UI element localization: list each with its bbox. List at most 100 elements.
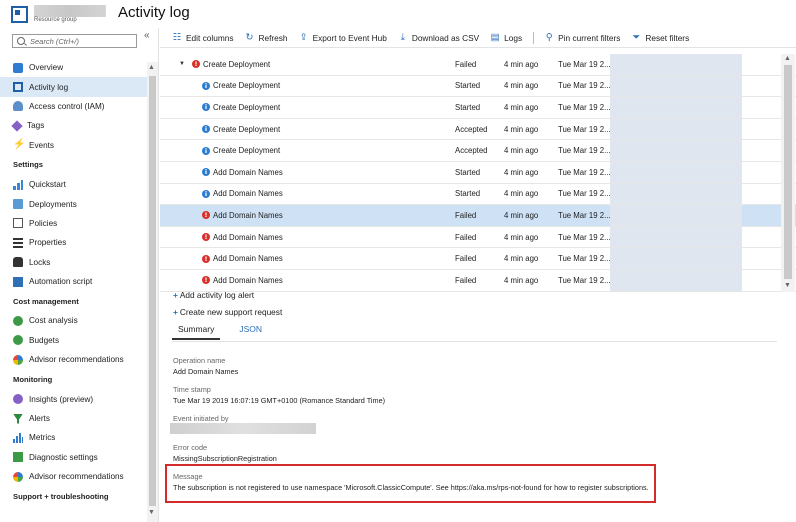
sidebar-item-label: Events xyxy=(29,140,55,150)
tab-summary[interactable]: Summary xyxy=(172,324,221,340)
refresh-button[interactable]: ↻ Refresh xyxy=(245,32,288,43)
table-row[interactable]: ! Add Domain Names Failed 4 min ago Tue Mar … xyxy=(160,205,796,227)
operation-name-cell: Create Deployment xyxy=(213,124,281,134)
operation-name-cell: Create Deployment xyxy=(213,102,281,112)
status-cell: Started xyxy=(455,189,481,199)
events-scrollbar[interactable]: ▲ ▼ xyxy=(781,54,795,292)
collapse-caret-icon[interactable]: ▼ xyxy=(179,61,185,67)
tab-json[interactable]: JSON xyxy=(233,324,268,340)
export-event-hub-button[interactable]: ⇪ Export to Event Hub xyxy=(299,32,387,43)
status-cell: Failed xyxy=(455,232,477,242)
scroll-up-arrow-icon[interactable]: ▲ xyxy=(784,55,791,62)
status-cell: Accepted xyxy=(455,124,488,134)
sidebar-item-advisor-recommendations-monitoring[interactable]: Advisor recommendations xyxy=(0,467,147,486)
sidebar-scrollbar-thumb[interactable] xyxy=(149,76,156,506)
collapse-sidebar-icon[interactable]: « xyxy=(144,30,150,41)
diagnostic-icon xyxy=(13,452,23,463)
error-status-icon: ! xyxy=(202,276,210,285)
sidebar-item-label: Properties xyxy=(29,238,67,248)
logs-icon: ▤ xyxy=(490,32,500,43)
policies-icon xyxy=(13,218,23,229)
sidebar-item-activity-log[interactable]: Activity log xyxy=(0,77,147,97)
plus-icon: + xyxy=(173,307,178,317)
resource-group-icon xyxy=(11,6,28,23)
sidebar-item-overview[interactable]: Overview xyxy=(0,58,147,77)
operation-name-cell: Add Domain Names xyxy=(213,275,283,285)
sidebar-item-deployments[interactable]: Deployments xyxy=(0,194,147,213)
download-csv-button[interactable]: ⤓ Download as CSV xyxy=(398,32,479,43)
sidebar-item-insights[interactable]: Insights (preview) xyxy=(0,389,147,408)
sidebar-item-label: Insights (preview) xyxy=(29,394,94,404)
sidebar-item-iam[interactable]: Access control (IAM) xyxy=(0,97,147,116)
operation-name-cell: Create Deployment xyxy=(213,146,281,156)
automation-icon xyxy=(13,276,23,287)
cost-analysis-icon xyxy=(13,315,23,326)
sidebar-item-metrics[interactable]: Metrics xyxy=(0,428,147,447)
detail-tabs: Summary JSON xyxy=(172,324,281,340)
sidebar-item-advisor-recommendations[interactable]: Advisor recommendations xyxy=(0,350,147,369)
sidebar-item-budgets[interactable]: Budgets xyxy=(0,331,147,350)
events-scrollbar-thumb[interactable] xyxy=(784,65,792,279)
sidebar-item-events[interactable]: ⚡ Events xyxy=(0,136,147,155)
redacted-cell xyxy=(610,248,742,269)
error-status-icon: ! xyxy=(192,60,200,69)
timestamp-cell: Tue Mar 19 2... xyxy=(558,102,611,112)
pin-filters-button[interactable]: ⚲ Pin current filters xyxy=(544,32,621,43)
reset-filters-button[interactable]: ⏷ Reset filters xyxy=(631,32,690,43)
advisor-icon xyxy=(13,471,23,482)
message-value: The subscription is not registered to us… xyxy=(173,483,649,492)
sidebar-item-tags[interactable]: Tags xyxy=(0,116,147,135)
table-row[interactable]: i Create Deployment Started 4 min ago Tue Ma… xyxy=(160,97,796,119)
table-row[interactable]: ! Add Domain Names Failed 4 min ago Tue Mar … xyxy=(160,226,796,249)
scroll-up-arrow-icon[interactable]: ▲ xyxy=(148,64,155,71)
sidebar-item-properties[interactable]: Properties xyxy=(0,233,147,252)
message-label: Message xyxy=(173,472,203,481)
sidebar-item-label: Policies xyxy=(29,218,58,228)
resource-type-label: Resource group xyxy=(34,17,77,23)
sidebar-nav: Overview Activity log Access control (IA… xyxy=(0,58,147,506)
table-row[interactable]: ▼! Create Deployment Failed 4 min ago Tue Ma… xyxy=(160,54,796,76)
table-row[interactable]: i Add Domain Names Started 4 min ago Tue Mar… xyxy=(160,183,796,206)
events-table: ▼! Create Deployment Failed 4 min ago Tue Ma… xyxy=(160,54,796,292)
sidebar-item-label: Deployments xyxy=(29,199,77,209)
sidebar-search-input[interactable]: Search (Ctrl+/) xyxy=(12,34,137,48)
section-support-troubleshooting: Support + troubleshooting xyxy=(13,491,109,501)
quickstart-icon xyxy=(13,179,23,190)
scroll-down-arrow-icon[interactable]: ▼ xyxy=(148,509,155,516)
sidebar-item-label: Budgets xyxy=(29,335,60,345)
time-cell: 4 min ago xyxy=(504,189,539,199)
timestamp-cell: Tue Mar 19 2... xyxy=(558,124,611,134)
redacted-cell xyxy=(610,269,742,291)
logs-button[interactable]: ▤ Logs xyxy=(490,32,523,43)
redacted-cell xyxy=(610,97,742,118)
activity-log-icon xyxy=(13,82,23,93)
info-status-icon: i xyxy=(202,125,210,134)
sidebar-item-automation-script[interactable]: Automation script xyxy=(0,272,147,291)
sidebar-item-policies[interactable]: Policies xyxy=(0,214,147,233)
sidebar-item-quickstart[interactable]: Quickstart xyxy=(0,175,147,194)
table-row[interactable]: i Add Domain Names Started 4 min ago Tue Mar… xyxy=(160,161,796,184)
status-cell: Failed xyxy=(455,210,477,220)
table-row[interactable]: i Create Deployment Accepted 4 min ago Tue M… xyxy=(160,118,796,141)
scroll-down-arrow-icon[interactable]: ▼ xyxy=(784,282,791,289)
pin-icon: ⚲ xyxy=(545,32,553,43)
sidebar-item-label: Automation script xyxy=(29,277,93,287)
sidebar-item-cost-analysis[interactable]: Cost analysis xyxy=(0,311,147,330)
table-row[interactable]: i Create Deployment Started 4 min ago Tue Ma… xyxy=(160,75,796,98)
table-row[interactable]: i Create Deployment Accepted 4 min ago Tue M… xyxy=(160,140,796,162)
add-activity-log-alert-link[interactable]: + Add activity log alert xyxy=(173,290,254,300)
redacted-cell xyxy=(610,183,742,205)
table-row[interactable]: ! Add Domain Names Failed 4 min ago Tue Mar … xyxy=(160,269,796,292)
table-row[interactable]: ! Add Domain Names Failed 4 min ago Tue Mar … xyxy=(160,248,796,270)
edit-columns-button[interactable]: ☷ Edit columns xyxy=(172,32,234,43)
sidebar-item-diagnostic-settings[interactable]: Diagnostic settings xyxy=(0,448,147,467)
operation-name-cell: Add Domain Names xyxy=(213,167,283,177)
sidebar-item-alerts[interactable]: Alerts xyxy=(0,409,147,428)
sidebar-item-locks[interactable]: Locks xyxy=(0,253,147,272)
operation-name-cell: Add Domain Names xyxy=(213,210,283,220)
main-content: ☷ Edit columns ↻ Refresh ⇪ Export to Event … xyxy=(160,28,796,522)
info-status-icon: i xyxy=(202,189,210,198)
operation-name-value: Add Domain Names xyxy=(173,367,239,376)
create-support-request-link[interactable]: + Create new support request xyxy=(173,307,282,317)
sidebar-item-label: Metrics xyxy=(29,433,56,443)
